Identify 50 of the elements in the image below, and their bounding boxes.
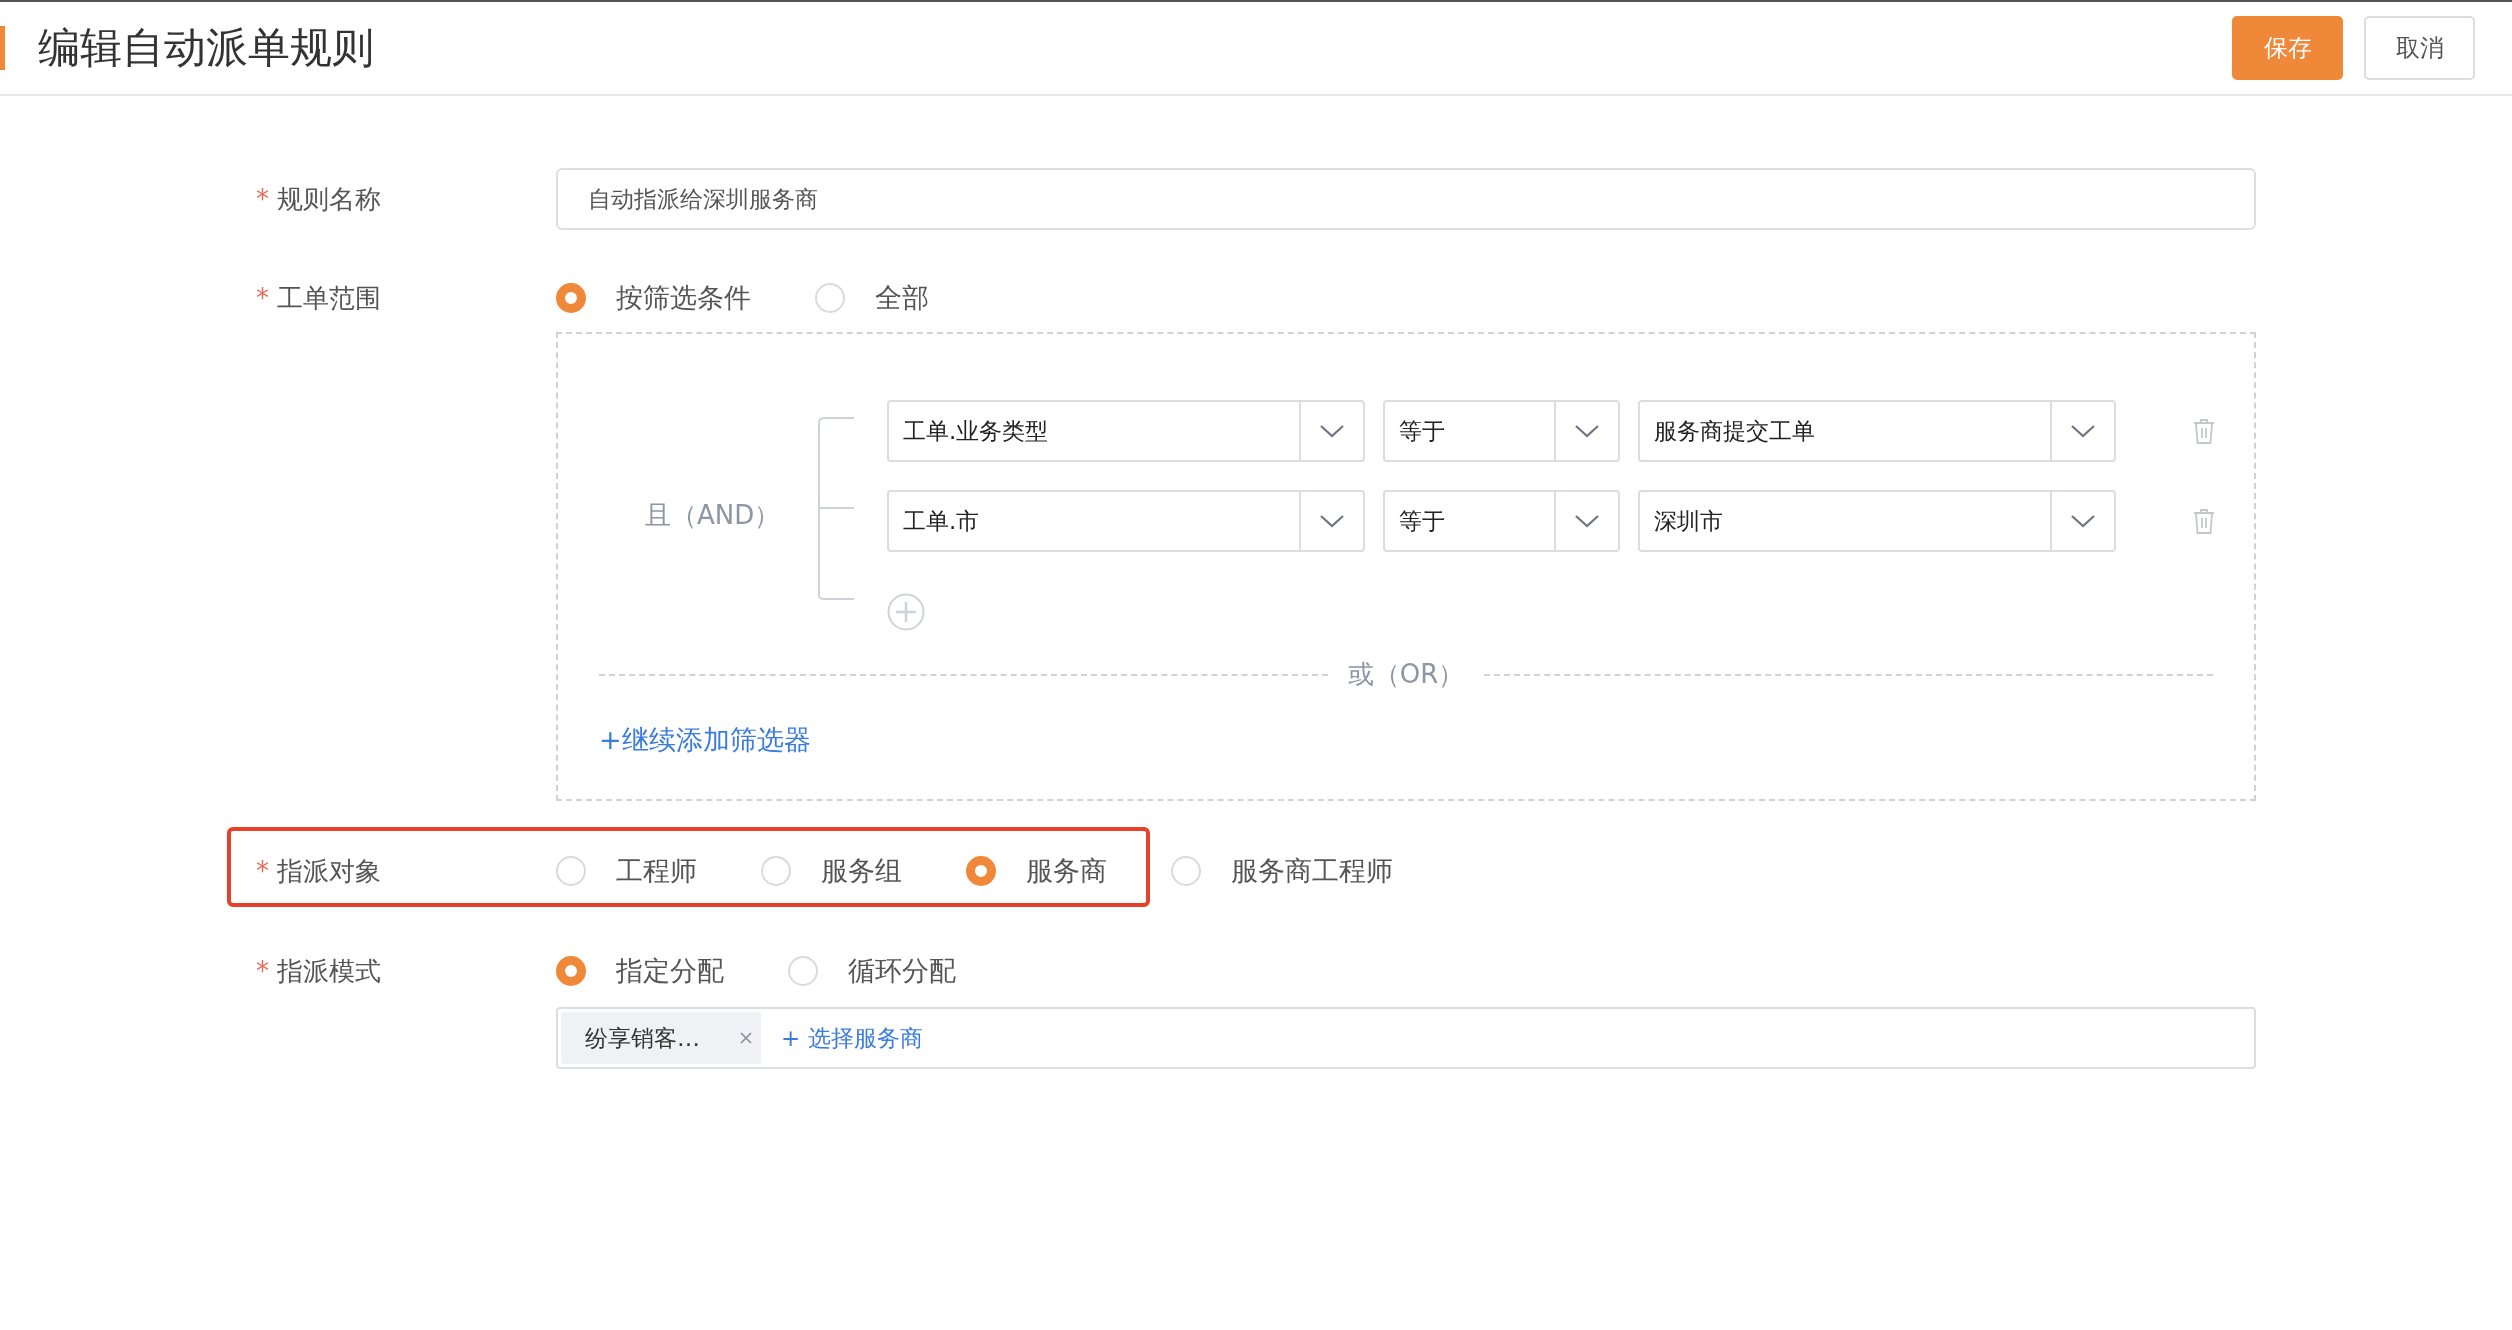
trash-icon[interactable]: [2192, 507, 2216, 535]
title-accent-bar: [0, 26, 5, 70]
value-select[interactable]: 深圳市: [1638, 490, 2116, 552]
chevron-down-icon: [1319, 424, 1345, 438]
radio-button[interactable]: [761, 856, 791, 886]
chevron-down-icon: [2070, 514, 2096, 528]
tag-label: 纷享销客…: [585, 1023, 700, 1053]
radio-button[interactable]: [1171, 856, 1201, 886]
rule-name-input[interactable]: 自动指派给深圳服务商: [556, 168, 2256, 230]
chevron-down-icon: [1319, 514, 1345, 528]
radio-button[interactable]: [556, 283, 586, 313]
chevron-down-icon: [2070, 424, 2096, 438]
or-label: 或（OR）: [1347, 658, 1465, 691]
cancel-button[interactable]: 取消: [2364, 16, 2475, 80]
radio-button[interactable]: [966, 856, 996, 886]
radio-option[interactable]: 工程师: [556, 853, 697, 889]
radio-button[interactable]: [788, 956, 818, 986]
value-select[interactable]: 服务商提交工单: [1638, 400, 2116, 462]
field-label: 工单范围: [277, 281, 381, 315]
field-label: 指派模式: [277, 954, 381, 988]
and-label: 且（AND）: [645, 499, 782, 532]
field-label: 指派对象: [277, 854, 381, 888]
radio-option[interactable]: 按筛选条件: [556, 280, 751, 316]
add-condition-icon[interactable]: [887, 593, 925, 631]
operator-select[interactable]: 等于: [1383, 490, 1620, 552]
chevron-down-icon: [1574, 514, 1600, 528]
add-filter-link[interactable]: +继续添加筛选器: [599, 722, 811, 758]
required-asterisk: *: [256, 283, 269, 313]
radio-option[interactable]: 指定分配: [556, 953, 724, 989]
required-asterisk: *: [256, 856, 269, 886]
page-title: 编辑自动派单规则: [38, 22, 375, 74]
radio-button[interactable]: [556, 956, 586, 986]
operator-select[interactable]: 等于: [1383, 400, 1620, 462]
chevron-down-icon: [1574, 424, 1600, 438]
radio-button[interactable]: [556, 856, 586, 886]
radio-option[interactable]: 全部: [815, 280, 929, 316]
field-select[interactable]: 工单.业务类型: [887, 400, 1365, 462]
provider-select-field[interactable]: 纷享销客… + 选择服务商: [556, 1007, 2256, 1069]
radio-option[interactable]: 循环分配: [788, 953, 956, 989]
close-icon[interactable]: [739, 1031, 753, 1045]
trash-icon[interactable]: [2192, 417, 2216, 445]
radio-option[interactable]: 服务商工程师: [1171, 853, 1393, 889]
field-label: 规则名称: [277, 182, 381, 216]
field-select[interactable]: 工单.市: [887, 490, 1365, 552]
required-asterisk: *: [256, 184, 269, 214]
select-provider-link[interactable]: + 选择服务商: [781, 1022, 923, 1054]
radio-button[interactable]: [815, 283, 845, 313]
required-asterisk: *: [256, 956, 269, 986]
radio-option[interactable]: 服务组: [761, 853, 902, 889]
radio-option[interactable]: 服务商: [966, 853, 1107, 889]
